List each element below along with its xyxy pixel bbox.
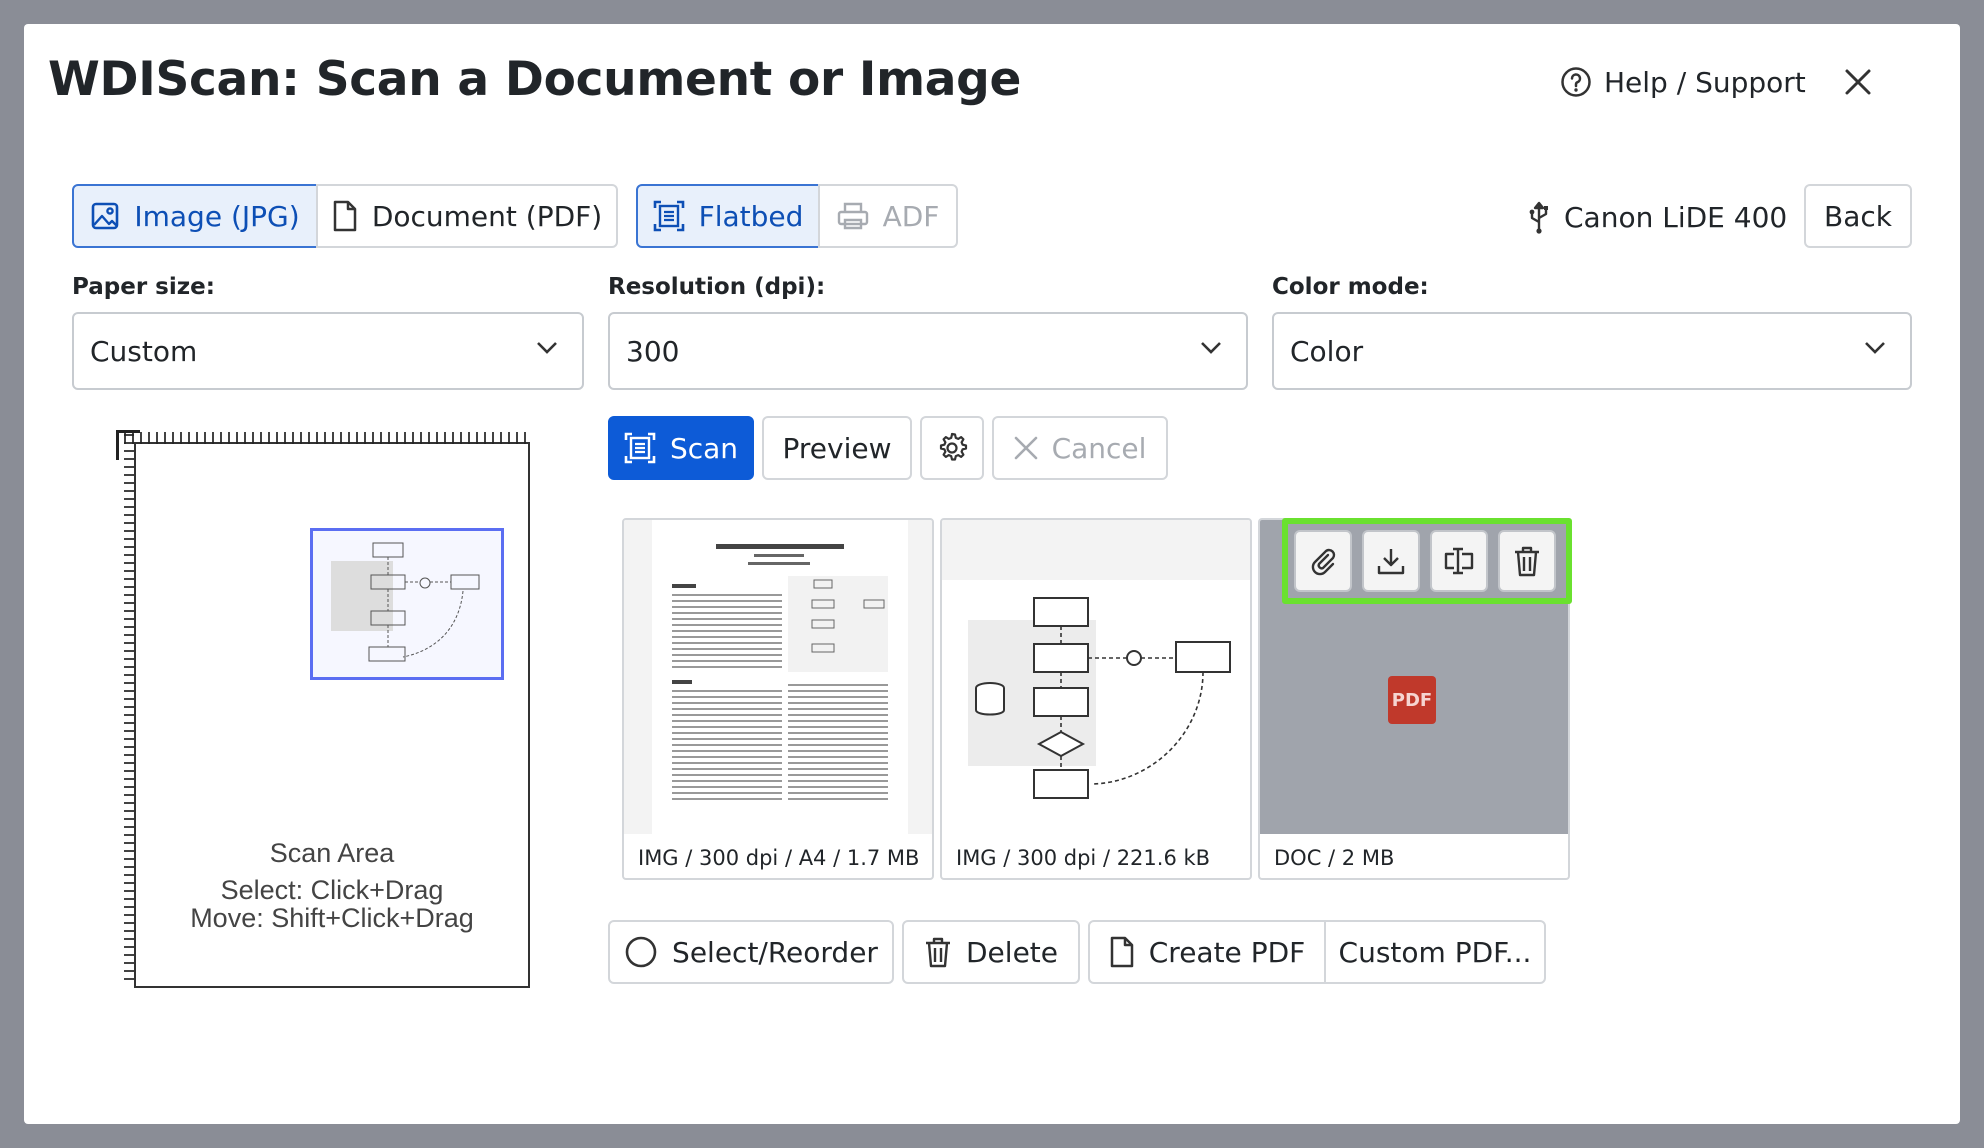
- resolution-value: 300: [626, 334, 680, 368]
- preview-label: Preview: [782, 431, 892, 465]
- scan-selection-box[interactable]: [310, 528, 504, 680]
- help-support-link[interactable]: Help / Support: [1560, 58, 1806, 106]
- download-button[interactable]: [1362, 530, 1420, 592]
- thumbnail-caption: IMG / 300 dpi / A4 / 1.7 MB: [638, 846, 920, 870]
- preview-button[interactable]: Preview: [762, 416, 912, 480]
- trash-button[interactable]: [1498, 530, 1556, 592]
- tab-image-jpg-label: Image (JPG): [134, 199, 300, 233]
- document-icon: [333, 200, 357, 232]
- resolution-select[interactable]: 300: [608, 312, 1248, 390]
- color-mode-value: Color: [1290, 334, 1364, 368]
- trash-icon: [926, 937, 950, 968]
- tab-adf-label: ADF: [882, 199, 940, 233]
- usb-icon: [1529, 201, 1548, 234]
- thumbnail-image: [624, 520, 932, 834]
- circle-icon: [625, 936, 657, 968]
- delete-button[interactable]: Delete: [902, 920, 1080, 984]
- delete-label: Delete: [966, 935, 1058, 969]
- close-button[interactable]: [1836, 60, 1880, 104]
- scan-area-preview[interactable]: Scan Area Select: Click+Drag Move: Shift…: [110, 420, 530, 990]
- paper-size-label: Paper size:: [72, 274, 215, 300]
- scan-area-title: Scan Area: [269, 838, 395, 868]
- help-support-label: Help / Support: [1604, 65, 1806, 99]
- settings-button[interactable]: [920, 416, 984, 480]
- tab-image-jpg[interactable]: Image (JPG): [72, 184, 318, 248]
- thumbnail-caption: IMG / 300 dpi / 221.6 kB: [956, 846, 1211, 870]
- help-circle-icon: [1561, 67, 1591, 97]
- device-indicator: Canon LiDE 400: [1526, 190, 1787, 244]
- create-pdf-button[interactable]: Create PDF: [1088, 920, 1326, 984]
- ruler-left: [124, 434, 134, 986]
- rename-icon: [1444, 547, 1474, 575]
- thumbnail-image: [942, 520, 1250, 834]
- cancel-label: Cancel: [1051, 431, 1147, 465]
- thumbnail-caption: DOC / 2 MB: [1274, 846, 1395, 870]
- resolution-label: Resolution (dpi):: [608, 274, 826, 300]
- document-icon: [1110, 936, 1133, 968]
- device-name: Canon LiDE 400: [1564, 200, 1788, 234]
- close-icon: [1014, 436, 1037, 460]
- scan-hint-select: Select: Click+Drag: [220, 875, 444, 905]
- attach-button[interactable]: [1294, 530, 1352, 592]
- cancel-button[interactable]: Cancel: [992, 416, 1168, 480]
- scan-button[interactable]: Scan: [608, 416, 754, 480]
- scan-hint-move: Move: Shift+Click+Drag: [190, 903, 474, 933]
- scan-label: Scan: [669, 431, 739, 465]
- chevron-down-icon: [537, 342, 557, 354]
- rename-button[interactable]: [1430, 530, 1488, 592]
- ruler-top: [124, 432, 526, 444]
- selection-preview-image: [331, 542, 480, 662]
- flatbed-icon: [653, 200, 684, 232]
- thumbnail-item[interactable]: IMG / 300 dpi / A4 / 1.7 MB: [622, 518, 934, 880]
- attach-icon: [1311, 548, 1336, 576]
- back-button[interactable]: Back: [1804, 184, 1912, 248]
- printer-icon: [837, 202, 868, 230]
- paper-size-select[interactable]: Custom: [72, 312, 584, 390]
- back-label: Back: [1824, 199, 1892, 233]
- custom-pdf-button[interactable]: Custom PDF...: [1324, 920, 1546, 984]
- image-icon: [92, 202, 119, 230]
- download-icon: [1377, 549, 1405, 575]
- color-mode-select[interactable]: Color: [1272, 312, 1912, 390]
- custom-pdf-label: Custom PDF...: [1338, 935, 1532, 969]
- chevron-down-icon: [1201, 342, 1221, 354]
- diagram-preview: [942, 580, 1250, 834]
- gear-icon: [939, 432, 968, 461]
- select-reorder-label: Select/Reorder: [672, 935, 878, 969]
- dialog-title: WDIScan: Scan a Document or Image: [48, 52, 1022, 107]
- select-reorder-button[interactable]: Select/Reorder: [608, 920, 894, 984]
- pdf-file-icon: PDF: [1388, 676, 1436, 724]
- close-icon: [1845, 69, 1871, 95]
- tab-flatbed-label: Flatbed: [698, 199, 804, 233]
- flatbed-icon: [624, 432, 656, 464]
- tab-document-pdf-label: Document (PDF): [371, 199, 603, 233]
- scan-area-hint: Select: Click+Drag Move: Shift+Click+Dra…: [134, 876, 530, 932]
- tab-document-pdf[interactable]: Document (PDF): [316, 184, 618, 248]
- tab-adf[interactable]: ADF: [818, 184, 958, 248]
- tab-flatbed[interactable]: Flatbed: [636, 184, 820, 248]
- trash-icon: [1515, 546, 1539, 577]
- thumbnail-item[interactable]: IMG / 300 dpi / 221.6 kB: [940, 518, 1252, 880]
- document-page-preview: [652, 520, 908, 834]
- create-pdf-label: Create PDF: [1148, 935, 1306, 969]
- paper-size-value: Custom: [90, 334, 198, 368]
- chevron-down-icon: [1865, 342, 1885, 354]
- color-mode-label: Color mode:: [1272, 274, 1429, 300]
- crop-corner-mark: [116, 430, 140, 460]
